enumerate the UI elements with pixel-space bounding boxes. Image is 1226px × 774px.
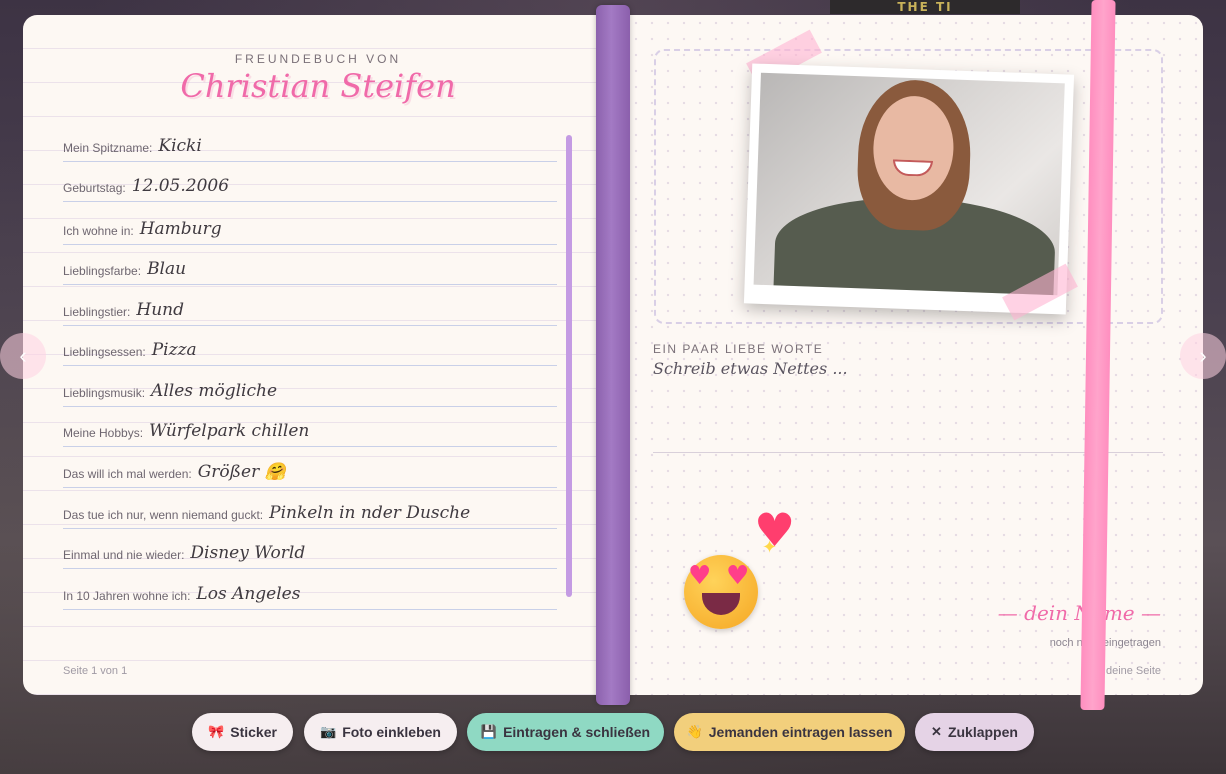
scrollbar[interactable] xyxy=(566,135,572,597)
bottom-toolbar: 🎀 Sticker 📷 Foto einkleben 💾 Eintragen &… xyxy=(0,713,1226,753)
profile-field-row: Ich wohne in: Hamburg xyxy=(63,215,557,245)
profile-field-value[interactable]: Los Angeles xyxy=(196,584,557,605)
heart-eye-icon: ♥ xyxy=(726,561,750,591)
profile-field-value[interactable]: Hamburg xyxy=(140,219,557,240)
profile-field-value[interactable]: Kicki xyxy=(158,136,557,157)
profile-field-row: Meine Hobbys: Würfelpark chillen xyxy=(63,417,557,447)
profile-field-label: Lieblingsessen: xyxy=(63,345,146,359)
book-owner-name: Christian Steifen xyxy=(180,67,456,105)
profile-field-label: Lieblingsmusik: xyxy=(63,386,146,400)
add-photo-button-label: Foto einkleben xyxy=(342,724,441,740)
save-and-close-button[interactable]: 💾 Eintragen & schließen xyxy=(467,713,664,751)
profile-field-value[interactable]: Hund xyxy=(136,300,557,321)
save-and-close-button-label: Eintragen & schließen xyxy=(503,724,651,740)
selfie-image xyxy=(753,72,1065,296)
profile-field-value[interactable]: Pizza xyxy=(152,340,557,361)
profile-field-label: Einmal und nie wieder: xyxy=(63,548,185,562)
floppy-disk-icon: 💾 xyxy=(480,724,498,739)
next-page-arrow-icon[interactable]: › xyxy=(1180,333,1226,379)
close-icon: ✕ xyxy=(931,724,942,739)
prev-page-arrow-icon[interactable]: ‹ xyxy=(0,333,46,379)
profile-field-row: Das tue ich nur, wenn niemand guckt: Pink… xyxy=(63,499,557,529)
sticker-button-label: Sticker xyxy=(230,724,277,740)
close-book-button[interactable]: ✕ Zuklappen xyxy=(915,713,1034,751)
add-photo-button[interactable]: 📷 Foto einkleben xyxy=(304,713,457,751)
profile-field-row: Lieblingsfarbe: Blau xyxy=(63,255,557,285)
profile-field-row: In 10 Jahren wohne ich: Los Angeles xyxy=(63,580,557,610)
profile-field-value[interactable]: Größer 🤗 xyxy=(198,462,557,483)
profile-field-row: Das will ich mal werden: Größer 🤗 xyxy=(63,458,557,488)
profile-field-label: Das will ich mal werden: xyxy=(63,467,192,481)
profile-field-label: Das tue ich nur, wenn niemand guckt: xyxy=(63,508,264,522)
page-number: Seite 1 von 1 xyxy=(63,665,128,677)
smile-mouth xyxy=(702,593,740,615)
signature-name[interactable]: — dein Name — xyxy=(998,601,1161,625)
profile-field-value[interactable]: 12.05.2006 xyxy=(132,176,557,197)
kind-words-label: EIN PAAR LIEBE WORTE xyxy=(653,342,824,356)
profile-field-label: Lieblingsfarbe: xyxy=(63,264,142,278)
left-page: FREUNDEBUCH VON Christian Steifen Mein S… xyxy=(23,15,613,695)
profile-field-row: Mein Spitzname: Kicki xyxy=(63,132,557,162)
book-kicker: FREUNDEBUCH VON xyxy=(234,52,402,66)
close-book-button-label: Zuklappen xyxy=(947,724,1018,740)
page-owner-label: deine Seite xyxy=(1105,665,1161,677)
profile-field-label: In 10 Jahren wohne ich: xyxy=(63,589,191,603)
profile-field-label: Geburtstag: xyxy=(63,181,126,195)
sparkle-icon: ✦ xyxy=(762,537,778,557)
heart-eyes-emoji-sticker[interactable]: ♥ ♥ xyxy=(684,555,758,629)
book-spine xyxy=(596,5,630,705)
profile-field-value[interactable]: Alles mögliche xyxy=(151,381,557,402)
profile-field-row: Lieblingstier: Hund xyxy=(63,296,557,326)
invite-someone-button-label: Jemanden eintragen lassen xyxy=(708,724,893,740)
ribbon-icon: 🎀 xyxy=(208,724,225,739)
profile-field-value[interactable]: Pinkeln in nder Dusche xyxy=(269,503,557,524)
profile-field-label: Ich wohne in: xyxy=(63,224,134,238)
profile-field-label: Meine Hobbys: xyxy=(63,426,144,440)
profile-field-label: Lieblingstier: xyxy=(63,305,131,319)
profile-field-value[interactable]: Blau xyxy=(147,259,557,280)
profile-field-label: Mein Spitzname: xyxy=(63,141,153,155)
profile-field-value[interactable]: Würfelpark chillen xyxy=(149,421,557,442)
profile-field-value[interactable]: Disney World xyxy=(190,543,557,564)
profile-field-row: Einmal und nie wieder: Disney World xyxy=(63,539,557,569)
camera-icon: 📷 xyxy=(320,724,337,739)
polaroid-photo[interactable] xyxy=(743,63,1075,315)
background-sign: THE TI xyxy=(830,0,1020,14)
profile-field-row: Lieblingsessen: Pizza xyxy=(63,336,557,366)
profile-field-row: Geburtstag: 12.05.2006 xyxy=(63,172,557,202)
waving-hand-icon: 👋 xyxy=(686,724,703,739)
sticker-button[interactable]: 🎀 Sticker xyxy=(192,713,293,751)
heart-eye-icon: ♥ xyxy=(688,561,712,591)
right-page: EIN PAAR LIEBE WORTE Schreib etwas Nette… xyxy=(612,15,1203,695)
invite-someone-button[interactable]: 👋 Jemanden eintragen lassen xyxy=(674,713,905,751)
profile-field-row: Lieblingsmusik: Alles mögliche xyxy=(63,377,557,407)
